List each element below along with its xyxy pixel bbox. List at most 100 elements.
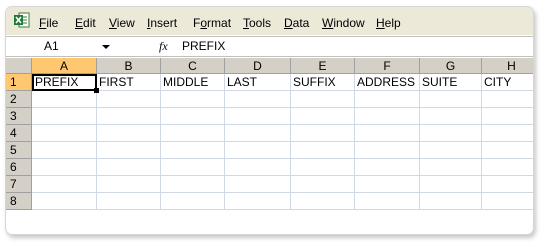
cell-d6[interactable] bbox=[225, 159, 291, 176]
cell-h3[interactable] bbox=[482, 108, 533, 125]
cell-c6[interactable] bbox=[161, 159, 225, 176]
cell-e1[interactable]: SUFFIX bbox=[291, 74, 355, 91]
cell-d4[interactable] bbox=[225, 125, 291, 142]
cell-b7[interactable] bbox=[97, 176, 161, 193]
menu-accelerator-key: D bbox=[284, 16, 293, 30]
cell-d1[interactable]: LAST bbox=[225, 74, 291, 91]
cell-f4[interactable] bbox=[355, 125, 420, 142]
row-header-1[interactable]: 1 bbox=[6, 74, 32, 91]
menu-item-window[interactable]: Window bbox=[322, 16, 365, 30]
cell-g8[interactable] bbox=[420, 193, 482, 210]
cell-h4[interactable] bbox=[482, 125, 533, 142]
cell-b1[interactable]: FIRST bbox=[97, 74, 161, 91]
column-header-h[interactable]: H bbox=[482, 58, 533, 74]
name-box-value: A1 bbox=[44, 39, 59, 53]
cell-a2[interactable] bbox=[32, 91, 97, 108]
column-header-d[interactable]: D bbox=[225, 58, 291, 74]
row-header-4[interactable]: 4 bbox=[6, 125, 32, 142]
column-header-f[interactable]: F bbox=[355, 58, 420, 74]
cell-e2[interactable] bbox=[291, 91, 355, 108]
fill-handle[interactable] bbox=[94, 88, 99, 93]
cell-f5[interactable] bbox=[355, 142, 420, 159]
select-all-corner[interactable] bbox=[6, 58, 32, 74]
cell-e7[interactable] bbox=[291, 176, 355, 193]
cell-f1[interactable]: ADDRESS bbox=[355, 74, 420, 91]
cell-e5[interactable] bbox=[291, 142, 355, 159]
cell-f2[interactable] bbox=[355, 91, 420, 108]
cell-a7[interactable] bbox=[32, 176, 97, 193]
cell-e8[interactable] bbox=[291, 193, 355, 210]
cell-e3[interactable] bbox=[291, 108, 355, 125]
cell-e6[interactable] bbox=[291, 159, 355, 176]
cell-f6[interactable] bbox=[355, 159, 420, 176]
cell-a8[interactable] bbox=[32, 193, 97, 210]
cell-g6[interactable] bbox=[420, 159, 482, 176]
cell-a1[interactable]: PREFIX bbox=[32, 74, 97, 91]
menu-label-part: dit bbox=[83, 16, 96, 30]
cell-c7[interactable] bbox=[161, 176, 225, 193]
cell-g4[interactable] bbox=[420, 125, 482, 142]
cell-a4[interactable] bbox=[32, 125, 97, 142]
column-header-c[interactable]: C bbox=[161, 58, 225, 74]
row-header-6[interactable]: 6 bbox=[6, 159, 32, 176]
cell-h2[interactable] bbox=[482, 91, 533, 108]
cell-b3[interactable] bbox=[97, 108, 161, 125]
cell-d5[interactable] bbox=[225, 142, 291, 159]
row-header-3[interactable]: 3 bbox=[6, 108, 32, 125]
menu-item-format[interactable]: Format bbox=[193, 16, 231, 30]
row-header-7[interactable]: 7 bbox=[6, 176, 32, 193]
cell-g3[interactable] bbox=[420, 108, 482, 125]
cell-c1[interactable]: MIDDLE bbox=[161, 74, 225, 91]
fx-icon[interactable]: fx bbox=[159, 37, 168, 56]
column-header-e[interactable]: E bbox=[291, 58, 355, 74]
cell-a6[interactable] bbox=[32, 159, 97, 176]
cell-g2[interactable] bbox=[420, 91, 482, 108]
menu-item-help[interactable]: Help bbox=[376, 16, 401, 30]
excel-app-icon[interactable] bbox=[14, 12, 30, 28]
cell-g1[interactable]: SUITE bbox=[420, 74, 482, 91]
name-box[interactable]: A1 bbox=[6, 37, 144, 56]
column-header-g[interactable]: G bbox=[420, 58, 482, 74]
cell-f3[interactable] bbox=[355, 108, 420, 125]
row-header-2[interactable]: 2 bbox=[6, 91, 32, 108]
cell-b6[interactable] bbox=[97, 159, 161, 176]
cell-c8[interactable] bbox=[161, 193, 225, 210]
cell-b4[interactable] bbox=[97, 125, 161, 142]
formula-input[interactable]: PREFIX bbox=[182, 37, 225, 56]
column-header-a[interactable]: A bbox=[32, 58, 97, 74]
column-header-b[interactable]: B bbox=[97, 58, 161, 74]
menu-label-part: indow bbox=[333, 16, 365, 30]
cell-f7[interactable] bbox=[355, 176, 420, 193]
cell-a5[interactable] bbox=[32, 142, 97, 159]
menu-item-view[interactable]: View bbox=[109, 16, 135, 30]
cell-e4[interactable] bbox=[291, 125, 355, 142]
name-box-dropdown-icon[interactable] bbox=[102, 45, 110, 49]
cell-a3[interactable] bbox=[32, 108, 97, 125]
cell-h1[interactable]: CITY bbox=[482, 74, 533, 91]
menu-item-edit[interactable]: Edit bbox=[75, 16, 96, 30]
cell-d8[interactable] bbox=[225, 193, 291, 210]
menu-item-insert[interactable]: Insert bbox=[147, 16, 177, 30]
cell-g7[interactable] bbox=[420, 176, 482, 193]
cell-c4[interactable] bbox=[161, 125, 225, 142]
cell-c3[interactable] bbox=[161, 108, 225, 125]
cell-h5[interactable] bbox=[482, 142, 533, 159]
cell-h7[interactable] bbox=[482, 176, 533, 193]
cell-f8[interactable] bbox=[355, 193, 420, 210]
menu-item-data[interactable]: Data bbox=[284, 16, 309, 30]
cell-b5[interactable] bbox=[97, 142, 161, 159]
cell-d7[interactable] bbox=[225, 176, 291, 193]
cell-c5[interactable] bbox=[161, 142, 225, 159]
cell-h8[interactable] bbox=[482, 193, 533, 210]
cell-b8[interactable] bbox=[97, 193, 161, 210]
cell-h6[interactable] bbox=[482, 159, 533, 176]
menu-item-file[interactable]: File bbox=[39, 16, 58, 30]
row-header-8[interactable]: 8 bbox=[6, 193, 32, 210]
cell-d3[interactable] bbox=[225, 108, 291, 125]
cell-g5[interactable] bbox=[420, 142, 482, 159]
cell-c2[interactable] bbox=[161, 91, 225, 108]
row-header-5[interactable]: 5 bbox=[6, 142, 32, 159]
menu-item-tools[interactable]: Tools bbox=[243, 16, 271, 30]
cell-b2[interactable] bbox=[97, 91, 161, 108]
cell-d2[interactable] bbox=[225, 91, 291, 108]
